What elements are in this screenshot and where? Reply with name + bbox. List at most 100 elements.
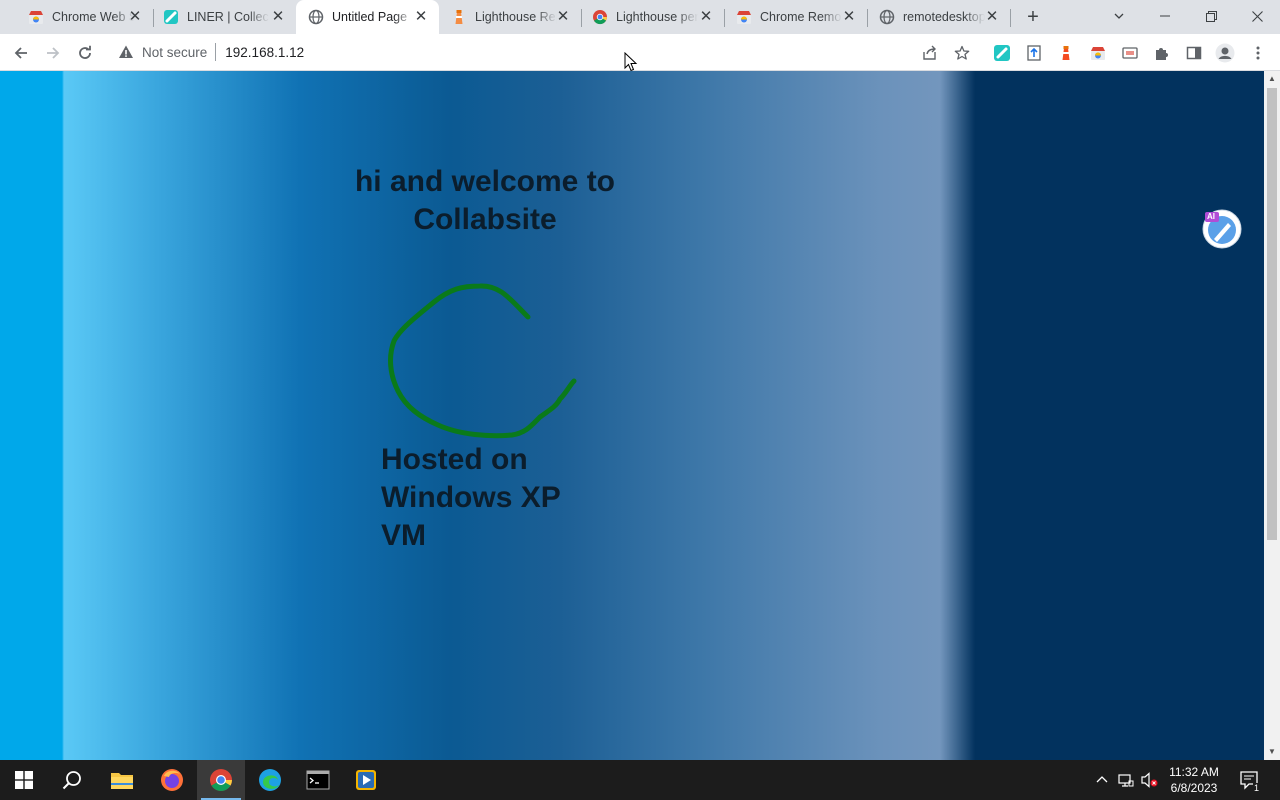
lighthouse-extension-button[interactable] <box>1054 41 1078 65</box>
back-button[interactable] <box>9 41 33 65</box>
scrollbar-thumb[interactable] <box>1267 88 1277 540</box>
scroll-up-arrow-icon[interactable]: ▲ <box>1264 71 1280 87</box>
tab-lighthouse-report[interactable]: Lighthouse Report ✕ <box>439 0 582 34</box>
notification-count-badge: 1 <box>1252 783 1260 793</box>
close-tab-icon[interactable]: ✕ <box>413 9 429 25</box>
page-scrollbar[interactable]: ▲ ▼ <box>1264 71 1280 760</box>
avatar-icon <box>1215 43 1235 63</box>
clock-time: 11:32 AM <box>1169 765 1219 779</box>
speaker-muted-icon <box>1141 772 1158 788</box>
chevron-down-icon <box>1114 13 1124 19</box>
tab-chrome-remote-desktop[interactable]: Chrome Remote Desktop ✕ <box>724 0 868 34</box>
mouse-cursor-icon <box>624 52 638 72</box>
firefox-icon <box>161 769 183 791</box>
share-icon <box>923 45 936 60</box>
google-chrome-icon <box>592 9 608 25</box>
close-icon <box>1251 10 1263 22</box>
tab-chrome-web-store[interactable]: Chrome Web Store ✕ <box>8 0 154 34</box>
chrome-remote-icon <box>1091 47 1105 60</box>
browser-menu-button[interactable] <box>1246 41 1270 65</box>
tab-title: LINER | Collect <box>187 10 269 24</box>
taskbar-clock[interactable]: 11:32 AM 6/8/2023 <box>1164 764 1224 796</box>
taskbar-google-chrome[interactable] <box>197 760 245 800</box>
puzzle-icon <box>1156 48 1168 60</box>
hosted-line3: VM <box>381 519 426 552</box>
taskbar-terminal[interactable] <box>294 760 342 800</box>
forward-button[interactable] <box>41 41 65 65</box>
terminal-icon <box>306 770 330 790</box>
reload-button[interactable] <box>73 41 97 65</box>
tab-title: Untitled Page <box>332 10 408 24</box>
side-panel-icon <box>1186 46 1202 60</box>
close-window-button[interactable] <box>1234 0 1280 32</box>
cast-extension-button[interactable] <box>1118 41 1142 65</box>
taskbar-firefox[interactable] <box>148 760 196 800</box>
show-hidden-icons-button[interactable] <box>1092 760 1112 800</box>
side-panel-button[interactable] <box>1182 41 1206 65</box>
tab-search-button[interactable] <box>1096 0 1142 32</box>
address-divider <box>215 43 217 61</box>
green-scribble-drawing <box>388 283 577 439</box>
ai-assistant-widget[interactable]: AI <box>1202 209 1242 249</box>
liner-icon <box>163 9 179 25</box>
hosted-on-text: Hosted on Windows XP VM <box>381 441 601 555</box>
volume-button[interactable] <box>1140 760 1160 800</box>
hosted-line2: Windows XP <box>381 481 561 514</box>
close-tab-icon[interactable]: ✕ <box>984 9 1000 25</box>
clock-date: 6/8/2023 <box>1170 781 1218 795</box>
welcome-heading-line2: Collabsite <box>413 203 557 236</box>
reload-icon <box>79 45 91 59</box>
bookmark-button[interactable] <box>950 41 974 65</box>
tab-title: Chrome Remote Desktop <box>760 10 842 24</box>
taskbar-search-button[interactable] <box>48 760 96 800</box>
extensions-button[interactable] <box>1150 41 1174 65</box>
tab-liner[interactable]: LINER | Collect ✕ <box>153 0 296 34</box>
taskbar-file-explorer[interactable] <box>98 760 146 800</box>
close-tab-icon[interactable]: ✕ <box>698 9 714 25</box>
windows-taskbar: 11:32 AM 6/8/2023 1 <box>0 760 1280 800</box>
security-status-label[interactable]: Not secure <box>142 45 207 60</box>
windows-logo-icon <box>15 771 33 789</box>
tab-separator <box>1010 9 1011 27</box>
browser-toolbar: Not secure 192.168.1.12 <box>0 34 1280 71</box>
close-tab-icon[interactable]: ✕ <box>270 9 286 25</box>
liner-icon <box>994 45 1010 61</box>
taskbar-media-player[interactable] <box>342 760 390 800</box>
warning-triangle-icon[interactable] <box>118 44 134 60</box>
taskbar-microsoft-edge[interactable] <box>246 760 294 800</box>
globe-icon <box>879 9 895 25</box>
scroll-down-arrow-icon[interactable]: ▼ <box>1264 744 1280 760</box>
close-tab-icon[interactable]: ✕ <box>841 9 857 25</box>
action-center-button[interactable]: 1 <box>1236 760 1262 800</box>
close-tab-icon[interactable]: ✕ <box>555 9 571 25</box>
url-text[interactable]: 192.168.1.12 <box>225 45 304 60</box>
liner-extension-button[interactable] <box>990 41 1014 65</box>
lighthouse-icon <box>451 9 467 25</box>
arrow-right-icon <box>47 47 60 59</box>
restore-button[interactable] <box>1188 0 1234 32</box>
chevron-up-icon <box>1096 776 1108 783</box>
tab-title: Chrome Web Store <box>52 10 134 24</box>
tab-lighthouse-performance[interactable]: Lighthouse performance ✕ <box>581 0 725 34</box>
network-status-button[interactable] <box>1116 760 1136 800</box>
folder-icon <box>111 773 133 789</box>
cast-icon <box>1122 47 1138 59</box>
upload-icon <box>1027 45 1041 61</box>
search-icon <box>62 771 81 790</box>
address-bar[interactable]: Not secure 192.168.1.12 <box>108 37 982 67</box>
chrome-remote-extension-button[interactable] <box>1086 41 1110 65</box>
ai-badge-label: AI <box>1207 212 1215 221</box>
tab-remotedesktop[interactable]: remotedesktop ✕ <box>867 0 1011 34</box>
profile-button[interactable] <box>1213 41 1237 65</box>
welcome-heading-line1: hi and welcome to <box>354 165 616 198</box>
arrow-left-icon <box>14 47 27 59</box>
tab-untitled-page[interactable]: Untitled Page ✕ <box>296 0 439 34</box>
media-player-icon <box>356 770 376 790</box>
start-button[interactable] <box>0 760 48 800</box>
new-tab-button[interactable]: + <box>1022 6 1044 28</box>
minimize-button[interactable] <box>1142 0 1188 32</box>
upload-extension-button[interactable] <box>1022 41 1046 65</box>
minimize-icon <box>1160 15 1170 17</box>
close-tab-icon[interactable]: ✕ <box>127 9 143 25</box>
share-button[interactable] <box>918 41 942 65</box>
